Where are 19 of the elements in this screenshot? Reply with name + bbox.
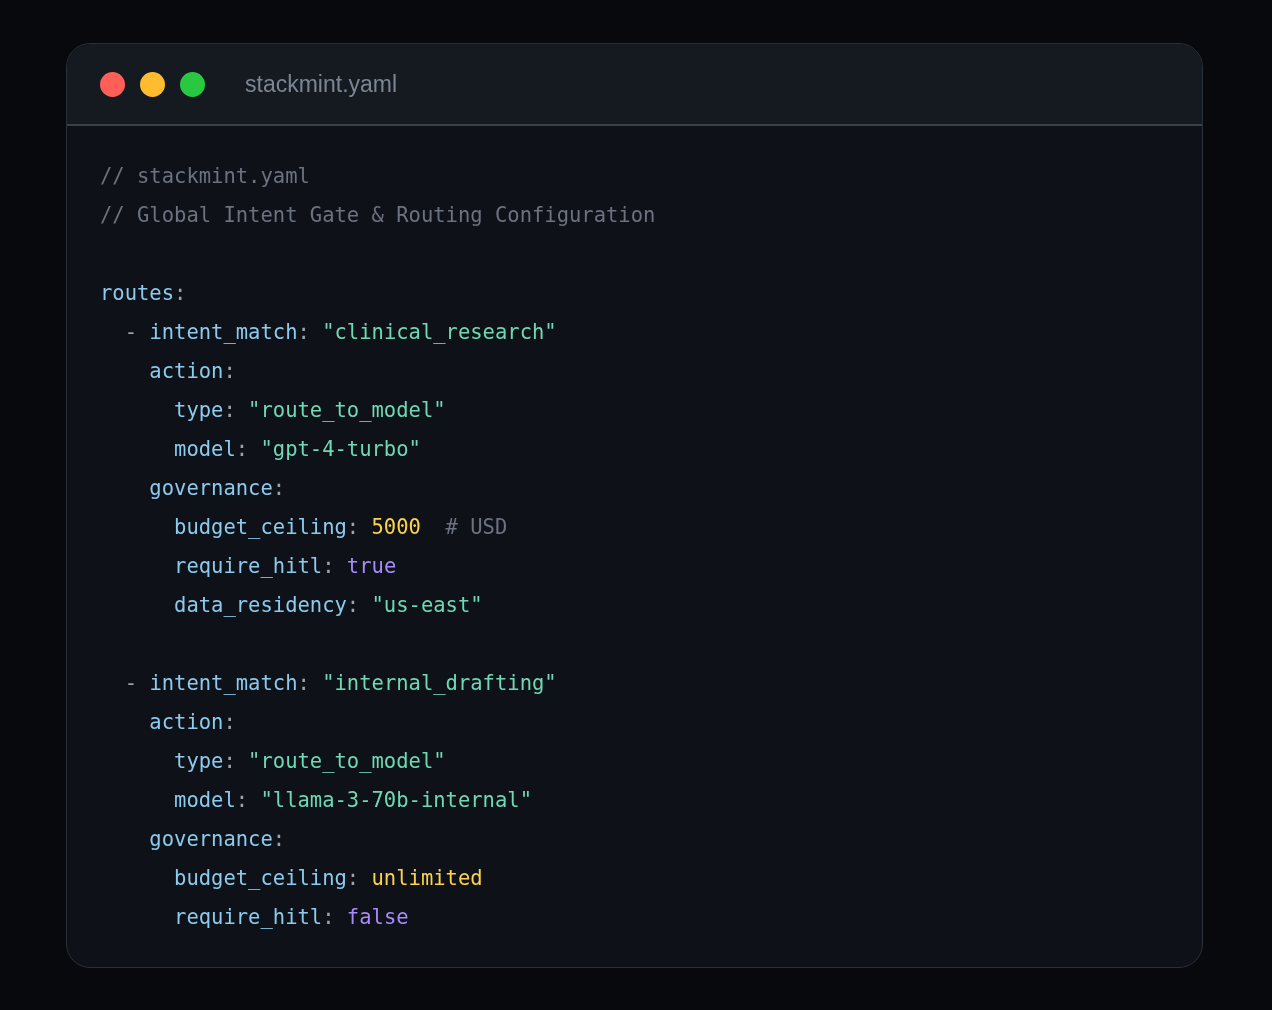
code-line: action: — [148, 359, 236, 383]
code-line: - intent_match: "clinical_research" — [123, 320, 557, 344]
code-line: type: "route_to_model" — [173, 398, 446, 422]
code-line: require_hitl: false — [173, 905, 409, 929]
code-line: type: "route_to_model" — [173, 749, 446, 773]
code-line: governance: — [148, 827, 286, 851]
code-line: routes: — [100, 281, 187, 305]
code-line: data_residency: "us-east" — [173, 593, 483, 617]
code-line: - intent_match: "internal_drafting" — [123, 671, 557, 695]
code-line: // stackmint.yaml — [100, 164, 310, 188]
code-line: action: — [148, 710, 236, 734]
code-line: budget_ceiling: 5000 # USD — [173, 515, 508, 539]
code-line: model: "gpt-4-turbo" — [173, 437, 421, 461]
code-line: governance: — [148, 476, 286, 500]
window-title: stackmint.yaml — [245, 69, 398, 99]
code-line: budget_ceiling: unlimited — [173, 866, 483, 890]
code-line: model: "llama-3-70b-internal" — [173, 788, 532, 812]
code-line: require_hitl: true — [173, 554, 397, 578]
code-line: // Global Intent Gate & Routing Configuration — [100, 203, 656, 227]
